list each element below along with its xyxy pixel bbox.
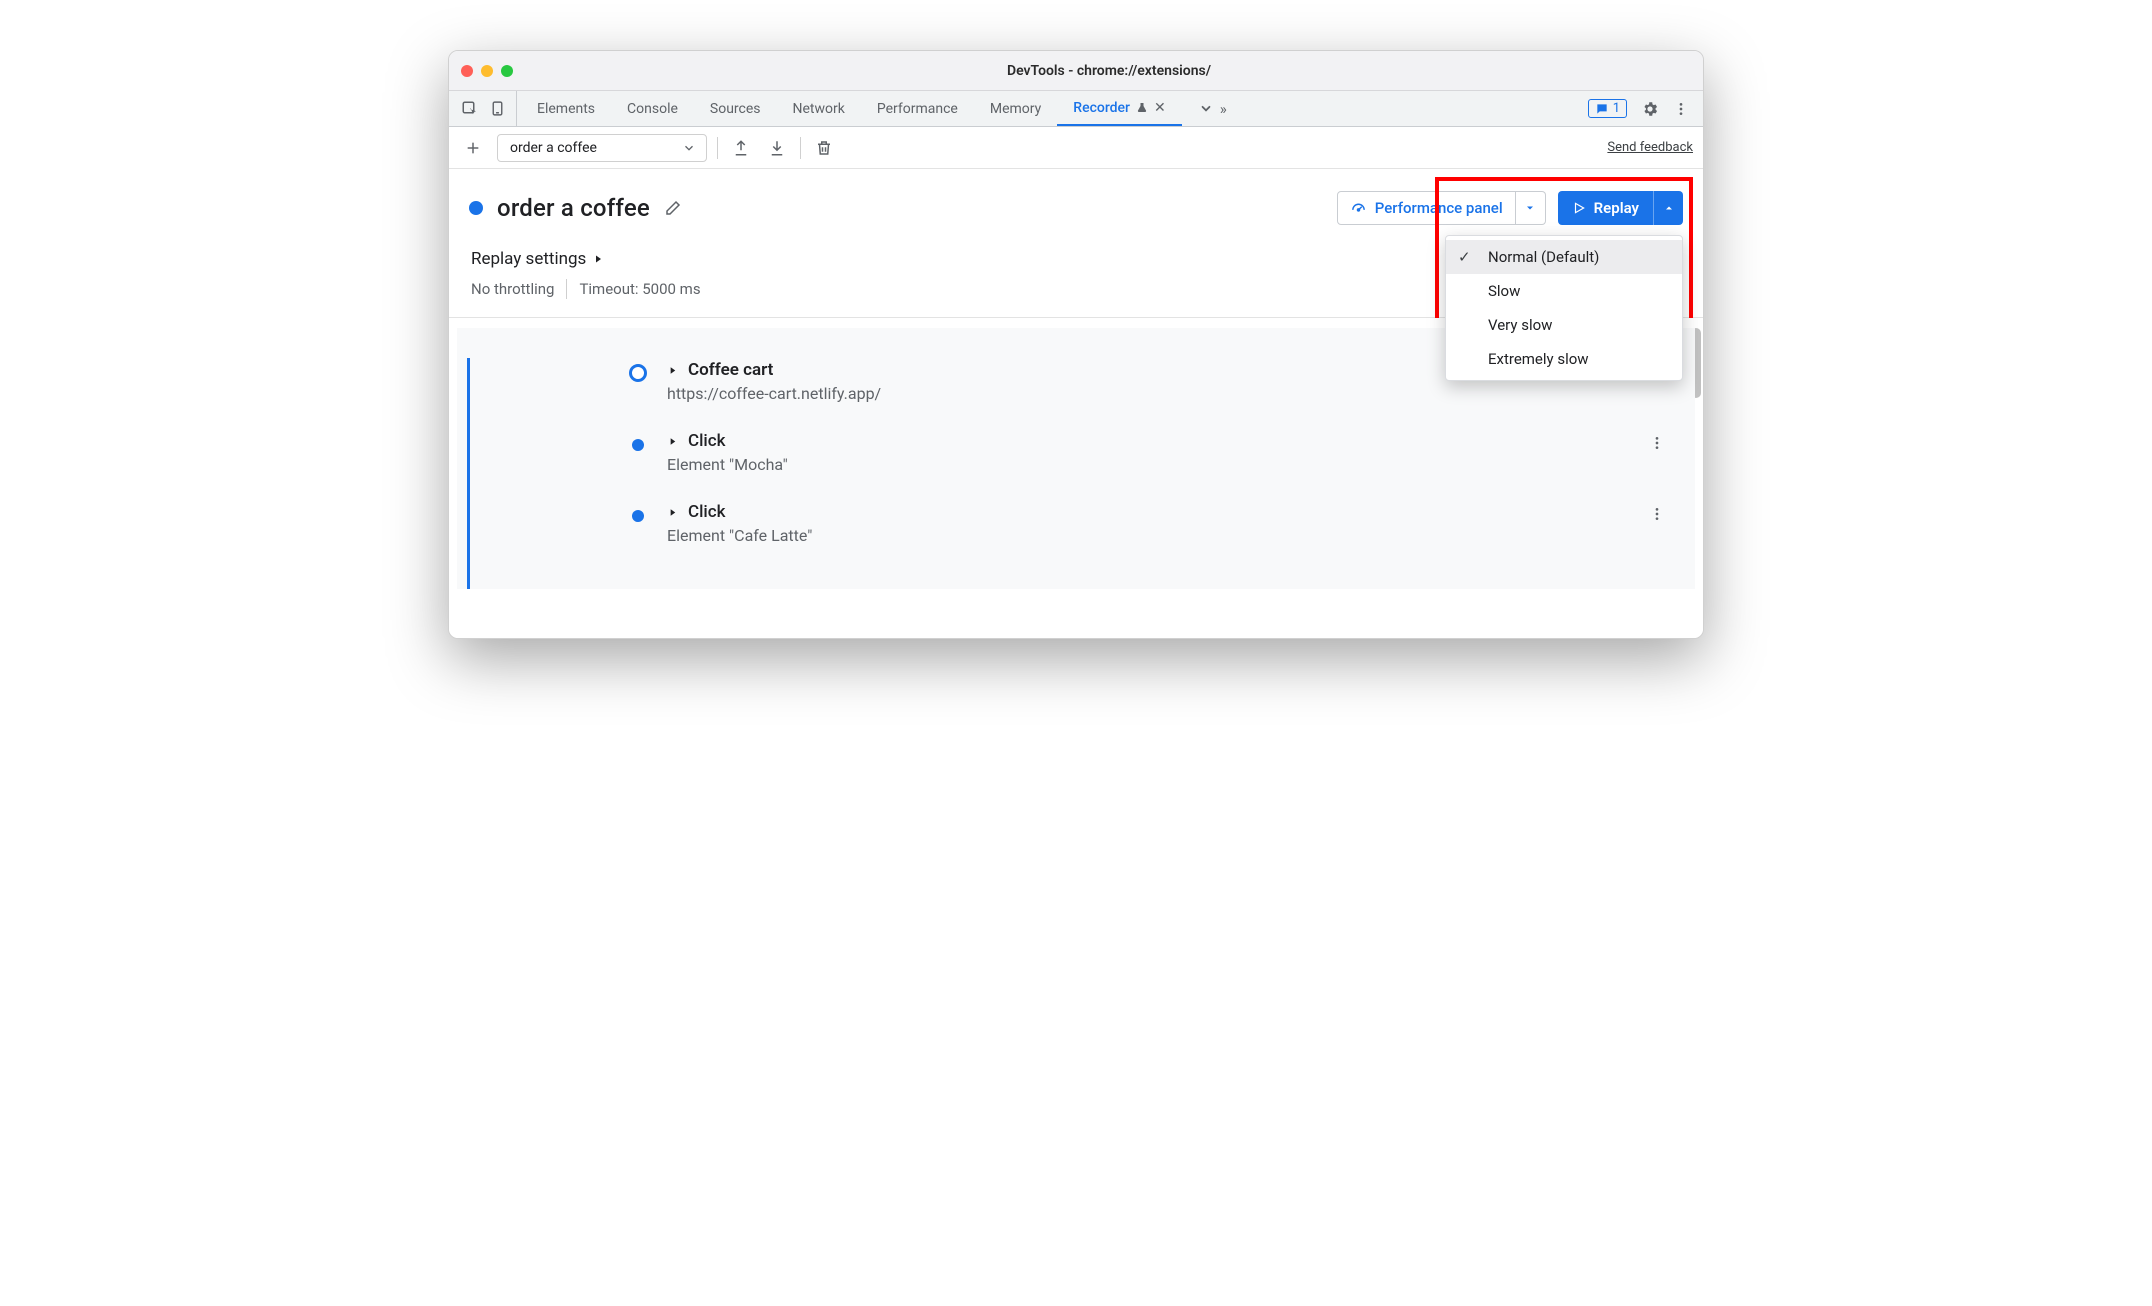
replay-speed-option-slow[interactable]: ✓ Slow <box>1446 274 1682 308</box>
replay-group: Replay ✓ Normal (Default) ✓ Slow <box>1558 191 1683 225</box>
export-icon[interactable] <box>728 135 754 161</box>
send-feedback-link[interactable]: Send feedback <box>1607 140 1693 155</box>
delete-icon[interactable] <box>811 135 837 161</box>
header-actions: Performance panel Replay <box>1337 191 1683 225</box>
issues-badge[interactable]: 1 <box>1588 99 1627 118</box>
option-label: Very slow <box>1488 316 1552 334</box>
window-title: DevTools - chrome://extensions/ <box>527 63 1691 79</box>
timeline-line <box>467 358 470 589</box>
replay-label: Replay <box>1594 199 1639 217</box>
option-label: Normal (Default) <box>1488 248 1599 266</box>
recorder-toolbar: order a coffee Send feedback <box>449 127 1703 169</box>
toolbar-divider <box>800 137 801 159</box>
step-title: Click <box>688 502 726 522</box>
performance-panel-group: Performance panel <box>1337 191 1546 225</box>
more-tabs-icon[interactable]: » <box>1182 91 1243 126</box>
more-menu-icon[interactable] <box>1673 101 1689 117</box>
step-title: Coffee cart <box>688 360 773 380</box>
recording-select[interactable]: order a coffee <box>497 134 707 162</box>
replay-speed-option-very-slow[interactable]: ✓ Very slow <box>1446 308 1682 342</box>
window-titlebar: DevTools - chrome://extensions/ <box>449 51 1703 91</box>
option-label: Extremely slow <box>1488 350 1589 368</box>
settings-icon[interactable] <box>1641 100 1659 118</box>
step-more-icon[interactable] <box>1649 435 1665 451</box>
tab-label: Console <box>627 101 678 117</box>
new-recording-icon[interactable] <box>459 140 487 156</box>
step-item[interactable]: Click Element "Mocha" <box>627 417 1675 488</box>
settings-divider <box>566 279 567 299</box>
devtools-tabs: Elements Console Sources Network Perform… <box>521 91 1243 126</box>
performance-panel-button[interactable]: Performance panel <box>1337 191 1516 225</box>
tab-network[interactable]: Network <box>777 91 861 126</box>
step-subtitle: Element "Mocha" <box>667 455 1635 474</box>
option-label: Slow <box>1488 282 1520 300</box>
issues-count: 1 <box>1613 101 1620 116</box>
minimize-window-button[interactable] <box>481 65 493 77</box>
replay-speed-dropdown[interactable] <box>1653 191 1683 225</box>
chevron-down-icon <box>682 141 696 155</box>
recording-header: order a coffee Performance panel <box>449 169 1703 243</box>
chevron-right-icon[interactable] <box>667 436 678 447</box>
performance-panel-label: Performance panel <box>1375 199 1503 217</box>
tab-memory[interactable]: Memory <box>974 91 1057 126</box>
tab-label: Elements <box>537 101 595 117</box>
flask-icon <box>1136 102 1148 114</box>
device-toolbar-icon[interactable] <box>489 100 506 117</box>
tab-console[interactable]: Console <box>611 91 694 126</box>
replay-speed-option-extremely-slow[interactable]: ✓ Extremely slow <box>1446 342 1682 376</box>
step-more-icon[interactable] <box>1649 506 1665 522</box>
replay-speed-option-normal[interactable]: ✓ Normal (Default) <box>1446 240 1682 274</box>
timeout-value: Timeout: 5000 ms <box>579 280 700 298</box>
tab-label: Sources <box>710 101 761 117</box>
edit-title-icon[interactable] <box>664 199 682 217</box>
timeline-node-icon <box>629 364 647 382</box>
step-subtitle: https://coffee-cart.netlify.app/ <box>667 384 1635 403</box>
chevron-right-icon <box>592 253 604 265</box>
zoom-window-button[interactable] <box>501 65 513 77</box>
tab-recorder[interactable]: Recorder ✕ <box>1057 91 1181 126</box>
chevron-right-icon[interactable] <box>667 507 678 518</box>
check-icon: ✓ <box>1458 248 1476 266</box>
devtools-tabs-row: Elements Console Sources Network Perform… <box>449 91 1703 127</box>
import-icon[interactable] <box>764 135 790 161</box>
recording-select-value: order a coffee <box>510 140 597 156</box>
tab-performance[interactable]: Performance <box>861 91 974 126</box>
replay-speed-menu: ✓ Normal (Default) ✓ Slow ✓ Very slow ✓ … <box>1445 235 1683 381</box>
close-window-button[interactable] <box>461 65 473 77</box>
timeline-node-icon <box>632 510 644 522</box>
tab-label: Recorder <box>1073 100 1130 116</box>
gauge-icon <box>1350 200 1367 217</box>
close-tab-icon[interactable]: ✕ <box>1154 100 1166 116</box>
step-title: Click <box>688 431 726 451</box>
window-traffic-lights <box>461 65 513 77</box>
step-subtitle: Element "Cafe Latte" <box>667 526 1635 545</box>
replay-button[interactable]: Replay <box>1558 191 1653 225</box>
performance-panel-dropdown[interactable] <box>1516 191 1546 225</box>
tab-sources[interactable]: Sources <box>694 91 777 126</box>
inspect-element-icon[interactable] <box>461 100 479 118</box>
timeline-node-icon <box>632 439 644 451</box>
devtools-window: DevTools - chrome://extensions/ Elements… <box>448 50 1704 639</box>
tab-label: Performance <box>877 101 958 117</box>
settings-title-label: Replay settings <box>471 249 586 269</box>
tab-label: Memory <box>990 101 1041 117</box>
recording-status-dot <box>469 201 483 215</box>
recording-title: order a coffee <box>497 194 650 222</box>
play-icon <box>1572 201 1586 215</box>
tab-label: Network <box>793 101 845 117</box>
throttling-value: No throttling <box>471 280 554 298</box>
step-item[interactable]: Click Element "Cafe Latte" <box>627 488 1675 559</box>
tab-elements[interactable]: Elements <box>521 91 611 126</box>
toolbar-divider <box>717 137 718 159</box>
chevron-right-icon[interactable] <box>667 365 678 376</box>
